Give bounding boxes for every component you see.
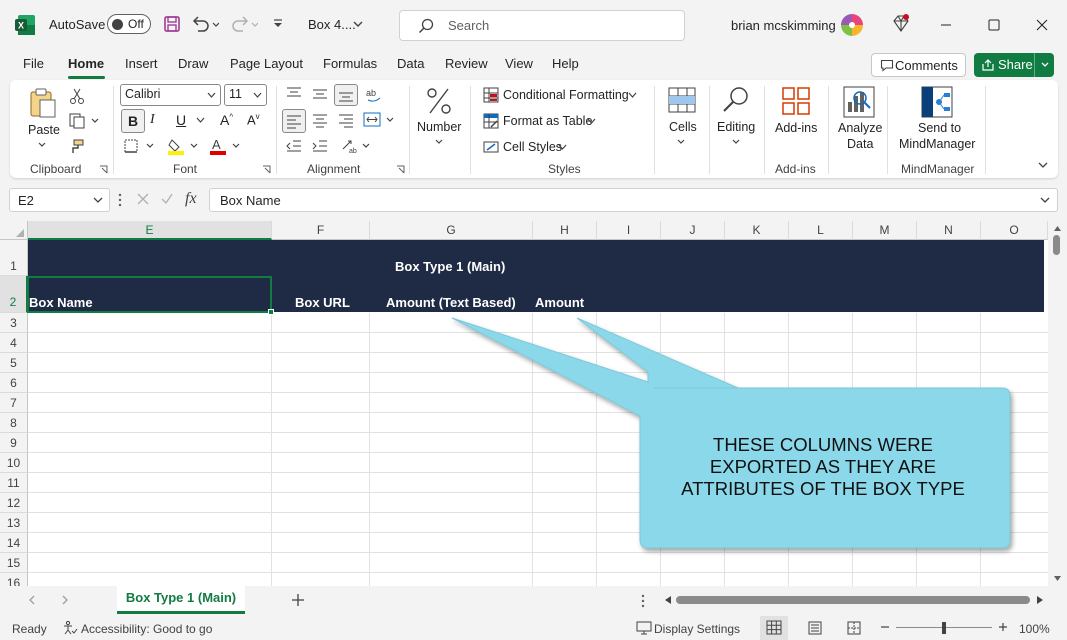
zoom-level[interactable]: 100%: [1019, 622, 1050, 636]
callout-text: THESE COLUMNS WERE EXPORTED AS THEY ARE …: [648, 434, 998, 500]
status-mode: Ready: [12, 622, 47, 636]
zoom-slider-thumb[interactable]: [942, 622, 946, 634]
display-settings-label[interactable]: Display Settings: [654, 622, 740, 636]
scroll-right-icon[interactable]: [1036, 595, 1044, 605]
horizontal-scroll-thumb[interactable]: [676, 596, 1030, 604]
callout-line-1: THESE COLUMNS WERE: [713, 434, 933, 455]
page-break-view-icon[interactable]: [846, 621, 862, 635]
display-settings-icon[interactable]: [636, 621, 652, 635]
normal-view-button[interactable]: [760, 616, 788, 640]
accessibility-icon[interactable]: [62, 620, 78, 636]
scroll-left-icon[interactable]: [664, 595, 672, 605]
status-bar: Ready Accessibility: Good to go Display …: [0, 616, 1067, 640]
scroll-down-icon[interactable]: [1053, 575, 1062, 582]
vertical-scroll-thumb[interactable]: [1053, 235, 1060, 255]
horizontal-scrollbar[interactable]: [662, 593, 1048, 607]
page-layout-view-icon[interactable]: [807, 621, 823, 635]
previous-sheet-icon[interactable]: [27, 594, 37, 606]
zoom-out-icon[interactable]: [880, 622, 890, 632]
next-sheet-icon[interactable]: [60, 594, 70, 606]
sheet-options-icon[interactable]: [641, 594, 645, 608]
add-sheet-icon[interactable]: [291, 593, 305, 607]
accessibility-status[interactable]: Accessibility: Good to go: [81, 622, 212, 636]
callout-line-2: EXPORTED AS THEY ARE: [709, 456, 937, 477]
sheet-tab-box-type-1-main[interactable]: Box Type 1 (Main): [117, 586, 245, 614]
callout-line-3: ATTRIBUTES OF THE BOX TYPE: [681, 478, 965, 499]
scroll-up-icon[interactable]: [1053, 225, 1062, 232]
zoom-in-icon[interactable]: [998, 622, 1008, 632]
vertical-scrollbar[interactable]: [1048, 221, 1067, 586]
